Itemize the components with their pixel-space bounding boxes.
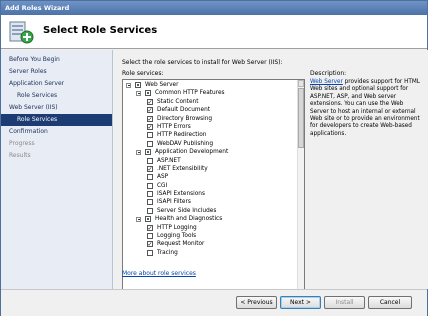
checkbox[interactable] [147,199,153,206]
page-title: Select Role Services [43,25,158,36]
tree-row[interactable]: Directory Browsing [123,115,299,123]
tree-item-label: WebDAV Publishing [157,140,214,147]
window-title: Add Roles Wizard [5,4,70,12]
collapse-toggle-icon[interactable] [136,90,141,96]
tree-item-label: HTTP Redirection [157,132,207,139]
checkbox[interactable] [147,115,153,122]
nav-item-role-services[interactable]: Role Services [1,90,112,102]
nav-item-before-you-begin[interactable]: Before You Begin [1,54,112,66]
tree-item-label: Default Document [157,107,211,114]
tree-item-label: Application Development [155,149,229,156]
tree-item-label: Common HTTP Features [155,90,225,97]
collapse-toggle-icon[interactable] [136,149,141,155]
wizard-footer: < Previous Next > Install Cancel [1,289,427,316]
description-label: Description: [310,70,347,77]
tree-item-label: Web Server [145,82,179,88]
tree-row[interactable]: Server Side Includes [123,207,299,215]
checkbox[interactable] [147,182,153,189]
nav-item-results: Results [9,152,31,159]
nav-item-role-services[interactable]: Role Services [1,114,112,126]
tree-item-label: Tracing [157,249,178,256]
checkbox[interactable] [147,191,153,198]
tree-item-label: ASP.NET [157,157,181,164]
nav-item-web-server-iis[interactable]: Web Server (IIS) [1,102,112,114]
description-body: provides support for HTML Web sites and … [310,79,420,137]
tree-item-label: ISAPI Filters [157,199,191,206]
cancel-button[interactable]: Cancel [368,296,412,309]
checkbox[interactable] [147,249,153,256]
tree-row[interactable]: HTTP Logging [123,224,299,232]
tree-row[interactable]: Common HTTP Features [123,89,299,97]
collapse-toggle-icon[interactable] [136,216,141,222]
tree-row[interactable]: ISAPI Filters [123,198,299,206]
checkbox[interactable] [147,165,153,172]
tree-row[interactable]: Request Monitor [123,240,299,248]
tree-row[interactable]: ASP [123,173,299,181]
checkbox[interactable] [147,224,153,231]
checkbox[interactable] [147,107,153,114]
checkbox[interactable] [147,123,153,130]
tree-item-label: HTTP Errors [157,123,191,130]
tree-row[interactable]: ISAPI Extensions [123,190,299,198]
description-text: Web Server provides support for HTML Web… [310,79,422,138]
tree-item-label: CGI [157,182,168,189]
tree-item-label: Server Side Includes [157,207,217,214]
checkbox[interactable] [145,216,151,223]
tree-item-label: .NET Extensibility [157,165,208,172]
tree-item-label: Logging Tools [157,233,197,240]
scroll-thumb[interactable] [298,88,304,148]
tree-row[interactable]: CGI [123,182,299,190]
nav-item-application-server[interactable]: Application Server [1,78,112,90]
collapse-toggle-icon[interactable] [126,82,131,88]
tree-item-label: Static Content [157,98,199,105]
checkbox[interactable] [147,207,153,214]
title-bar: Add Roles Wizard [1,1,427,15]
scroll-up-button[interactable] [298,80,304,87]
checkbox[interactable] [147,241,153,248]
tree-row[interactable]: Default Document [123,106,299,114]
checkbox[interactable] [147,174,153,181]
role-services-label: Role services: [122,70,164,77]
next-button[interactable]: Next > [280,296,321,309]
tree-item-label: ISAPI Extensions [157,191,205,198]
previous-button[interactable]: < Previous [236,296,277,309]
wizard-header: Select Role Services [1,15,427,49]
web-server-link[interactable]: Web Server [310,79,343,85]
tree-row[interactable]: Health and Diagnostics [123,215,299,223]
tree-row[interactable]: WebDAV Publishing [123,140,299,148]
checkbox[interactable] [147,132,153,139]
checkbox[interactable] [135,82,141,88]
tree-row[interactable]: Application Development [123,148,299,156]
tree-item-label: Request Monitor [157,241,205,248]
checkbox[interactable] [145,149,151,156]
tree-row[interactable]: HTTP Errors [123,123,299,131]
checkbox[interactable] [147,98,153,105]
checkbox[interactable] [147,233,153,240]
nav-item-confirmation[interactable]: Confirmation [1,126,112,138]
tree-row[interactable]: Static Content [123,98,299,106]
checkbox[interactable] [147,157,153,164]
wizard-nav: Before You Begin Server Roles Application … [1,50,113,289]
checkbox[interactable] [145,90,151,97]
tree-item-label: Health and Diagnostics [155,216,223,223]
checkbox[interactable] [147,140,153,147]
wizard-window: Add Roles Wizard Select Role Services Be… [0,0,428,316]
main-content: Select the role services to install for … [114,50,428,305]
tree-item-label: HTTP Logging [157,224,197,231]
nav-item-server-roles[interactable]: Server Roles [1,66,112,78]
tree-row[interactable]: ASP.NET [123,157,299,165]
tree-item-label: ASP [157,174,169,181]
tree-row[interactable]: Logging Tools [123,232,299,240]
tree-row[interactable]: Web Server [123,81,299,89]
tree-item-label: Directory Browsing [157,115,213,122]
tree-row[interactable]: Tracing [123,249,299,257]
tree-scrollbar[interactable] [297,80,304,304]
nav-item-progress: Progress [9,140,35,147]
instruction-text: Select the role services to install for … [122,59,283,66]
tree-row[interactable]: .NET Extensibility [123,165,299,173]
role-services-icon [9,21,34,44]
more-about-role-services-link[interactable]: More about role services [122,270,196,277]
tree-row[interactable]: HTTP Redirection [123,131,299,139]
install-button[interactable]: Install [324,296,365,309]
